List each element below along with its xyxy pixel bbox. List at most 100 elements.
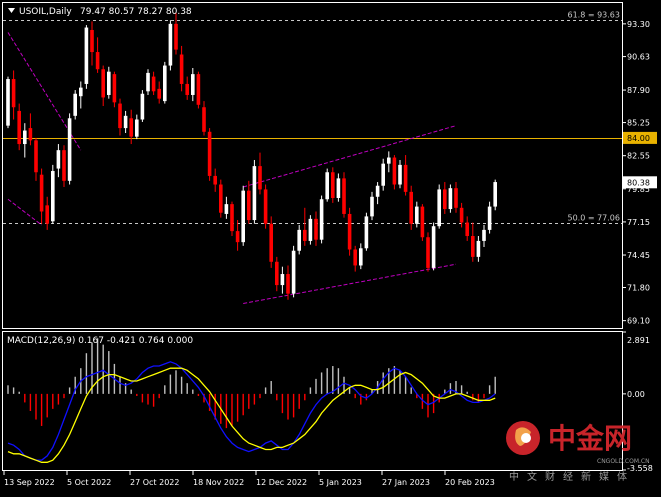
candle-body-23 [135, 119, 139, 137]
price-tick-label-2: 87.90 [627, 86, 650, 95]
candle-body-54 [308, 218, 313, 241]
candle-body-26 [151, 76, 156, 92]
candle-body-69 [392, 157, 397, 185]
candle-body-36 [207, 131, 212, 176]
candle-body-25 [146, 72, 150, 92]
candle-body-40 [230, 204, 234, 232]
cngold-logo-icon [506, 421, 540, 455]
candle-body-86 [487, 206, 492, 230]
candle-body-74 [420, 206, 425, 238]
candle-body-75 [426, 237, 430, 268]
price-tick-label-1: 90.63 [627, 53, 650, 62]
candle-body-66 [375, 185, 380, 197]
candle-body-65 [370, 196, 374, 217]
date-tick-label-0: 13 Sep 2022 [4, 478, 55, 487]
candle-body-50 [286, 274, 290, 294]
watermark-domain: CNGOLD.COM.CN [597, 458, 650, 465]
price-tick-label-6: 77.15 [627, 218, 650, 227]
candle-body-83 [471, 236, 475, 257]
candle-body-72 [409, 191, 413, 224]
price-tick-label-3: 85.25 [627, 119, 650, 128]
date-tick-label-5: 5 Jan 2023 [319, 478, 362, 487]
macd-title: MACD(12,26,9) 0.167 -0.421 0.764 0.000 [7, 336, 193, 346]
candle-body-51 [291, 250, 296, 294]
candle-body-37 [213, 175, 217, 185]
candle-body-60 [342, 178, 346, 214]
price-tick-label-9: 69.10 [627, 317, 650, 326]
date-tick-label-4: 12 Dec 2022 [256, 478, 307, 487]
candle-body-67 [381, 163, 385, 186]
candle-body-14 [84, 27, 89, 84]
candle-body-2 [17, 110, 21, 145]
candle-body-35 [202, 107, 206, 132]
candle-body-43 [247, 190, 251, 221]
candle-body-9 [56, 150, 61, 169]
candle-body-24 [140, 93, 145, 120]
watermark-brand: 中金网 [548, 422, 632, 455]
candle-body-18 [107, 71, 111, 95]
candle-body-38 [219, 184, 223, 213]
candle-body-19 [112, 74, 117, 103]
candle-body-32 [185, 83, 189, 95]
price-tick-label-8: 71.80 [627, 284, 650, 293]
symbol-header: USOIL,Daily [19, 7, 72, 17]
candle-body-22 [129, 118, 133, 137]
macd-tick-label-1: 0.00 [627, 390, 645, 399]
candle-body-11 [67, 118, 72, 181]
candle-body-55 [314, 218, 318, 240]
fib-level-label-2: 50.0 = 77.06 [567, 214, 620, 223]
candle-body-49 [280, 274, 285, 286]
candle-body-1 [11, 79, 16, 108]
candle-body-6 [39, 174, 44, 212]
candle-body-13 [79, 87, 83, 97]
candle-body-61 [347, 213, 352, 250]
candle-body-30 [174, 23, 178, 50]
candle-body-31 [179, 54, 184, 84]
date-tick-label-3: 18 Nov 2022 [193, 478, 244, 487]
candle-body-76 [431, 226, 436, 268]
candle-body-82 [465, 222, 469, 237]
date-tick-label-2: 27 Oct 2022 [130, 478, 179, 487]
candle-body-21 [123, 115, 128, 129]
candle-body-68 [387, 157, 391, 164]
candle-body-46 [263, 189, 268, 224]
watermark-tagline: 中文财经新媒体 [509, 470, 635, 483]
macd-tick-label-0: 2.891 [627, 336, 650, 345]
level-price-label: 84.00 [627, 134, 650, 143]
candle-body-81 [459, 207, 464, 223]
date-tick-label-1: 5 Oct 2022 [67, 478, 111, 487]
candle-body-17 [101, 69, 105, 98]
candle-body-84 [476, 240, 481, 257]
candle-body-70 [398, 164, 402, 185]
candle-body-41 [235, 231, 240, 243]
current-price-label: 80.38 [627, 178, 650, 187]
candle-body-58 [331, 172, 335, 198]
candle-body-0 [6, 79, 10, 126]
candle-body-64 [364, 216, 369, 249]
cngold-watermark: 中金网 CNGOLD.COM.CN 中文财经新媒体 [506, 421, 650, 483]
candle-body-29 [168, 23, 173, 66]
candle-body-8 [51, 171, 55, 222]
candle-body-12 [73, 93, 77, 116]
candle-body-10 [62, 150, 66, 181]
fib-level-label-1: 61.8 = 93.63 [567, 11, 620, 20]
candle-body-33 [191, 74, 195, 95]
candle-body-28 [163, 65, 167, 102]
candle-body-20 [118, 103, 122, 129]
candle-body-4 [28, 128, 33, 141]
date-tick-label-6: 27 Jan 2023 [382, 478, 430, 487]
candle-body-62 [353, 249, 357, 266]
candle-body-52 [297, 229, 301, 251]
candle-body-78 [443, 189, 447, 210]
candle-body-7 [45, 205, 49, 224]
candle-body-80 [454, 188, 458, 208]
candle-body-47 [269, 223, 273, 262]
candle-body-34 [196, 74, 201, 105]
candle-body-42 [241, 190, 245, 243]
price-tick-label-4: 82.55 [627, 152, 650, 161]
date-tick-label-7: 20 Feb 2023 [445, 478, 495, 487]
candle-body-77 [437, 189, 441, 227]
candle-body-87 [493, 182, 497, 207]
candle-body-44 [252, 166, 257, 221]
candle-body-45 [258, 166, 262, 190]
